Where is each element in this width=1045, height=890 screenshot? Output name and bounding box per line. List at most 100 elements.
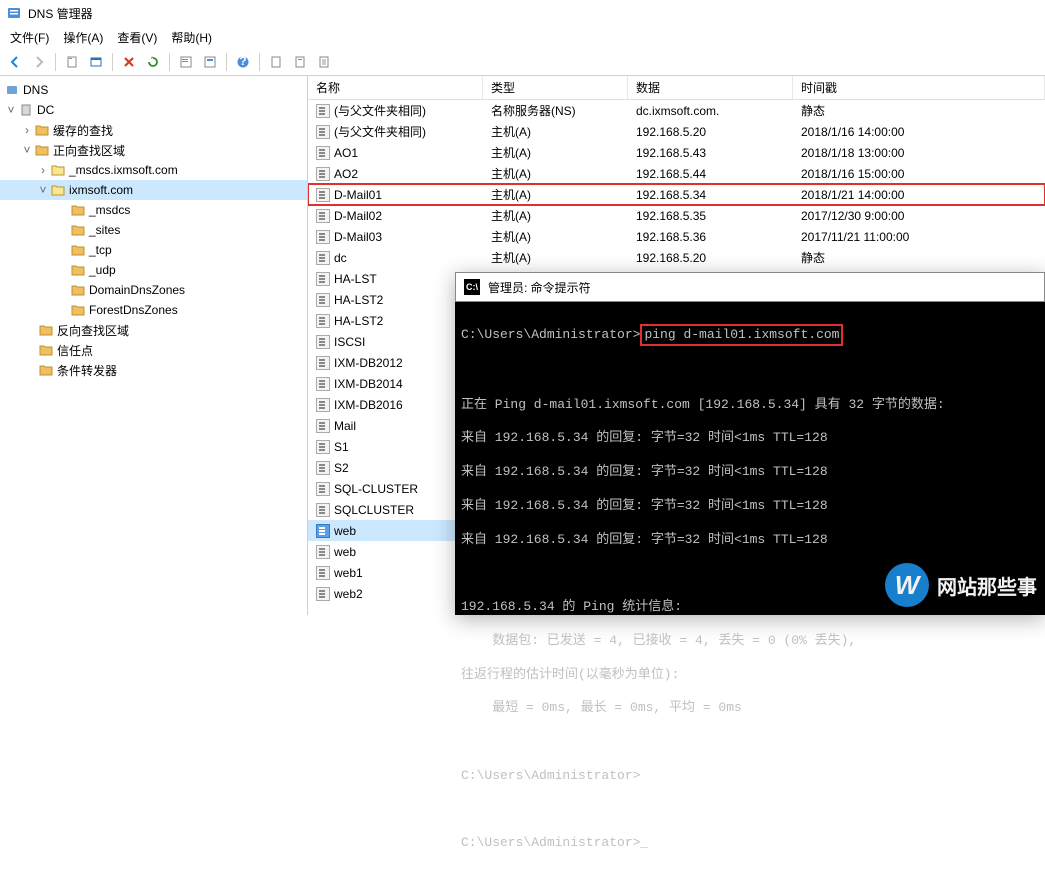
record-data: 192.168.5.36 bbox=[628, 230, 793, 244]
column-timestamp[interactable]: 时间戳 bbox=[793, 76, 1045, 99]
record-icon bbox=[316, 293, 330, 307]
expander-icon[interactable]: › bbox=[20, 123, 34, 137]
back-button[interactable] bbox=[4, 51, 26, 73]
forward-button[interactable] bbox=[28, 51, 50, 73]
tree-label: 条件转发器 bbox=[57, 362, 117, 379]
record-name: Mail bbox=[334, 419, 356, 433]
folder-icon bbox=[70, 302, 86, 318]
column-type[interactable]: 类型 bbox=[483, 76, 628, 99]
tree-panel[interactable]: DNS ˅ DC › 缓存的查找 ˅ 正向查找区域 › _msdcs.ixmso… bbox=[0, 76, 308, 615]
cmd-titlebar[interactable]: C:\ 管理员: 命令提示符 bbox=[455, 272, 1045, 302]
tree-label: _udp bbox=[89, 263, 116, 277]
tree-node[interactable]: _udp bbox=[0, 260, 307, 280]
zone-icon bbox=[50, 162, 66, 178]
expander-icon[interactable]: ˅ bbox=[36, 183, 50, 197]
menu-view[interactable]: 查看(V) bbox=[111, 27, 163, 48]
cmd-prompt: C:\Users\Administrator> bbox=[461, 327, 640, 342]
refresh-button[interactable] bbox=[142, 51, 164, 73]
menu-file[interactable]: 文件(F) bbox=[4, 27, 55, 48]
table-row[interactable]: dc主机(A)192.168.5.20静态 bbox=[308, 247, 1045, 268]
tool-extra-3[interactable] bbox=[313, 51, 335, 73]
tree-label: _tcp bbox=[89, 243, 112, 257]
svg-text:?: ? bbox=[239, 55, 246, 68]
column-data[interactable]: 数据 bbox=[628, 76, 793, 99]
tree-cached-lookups[interactable]: › 缓存的查找 bbox=[0, 120, 307, 140]
folder-icon bbox=[70, 202, 86, 218]
cmd-output: 来自 192.168.5.34 的回复: 字节=32 时间<1ms TTL=12… bbox=[461, 497, 1039, 515]
tree-label: 正向查找区域 bbox=[53, 142, 125, 159]
tree-root-dns[interactable]: DNS bbox=[0, 80, 307, 100]
record-icon bbox=[316, 104, 330, 118]
record-icon bbox=[316, 335, 330, 349]
menubar: 文件(F) 操作(A) 查看(V) 帮助(H) bbox=[0, 26, 1045, 48]
record-icon bbox=[316, 461, 330, 475]
record-timestamp: 2017/11/21 11:00:00 bbox=[793, 230, 1045, 244]
list-header: 名称 类型 数据 时间戳 bbox=[308, 76, 1045, 100]
record-timestamp: 2018/1/18 13:00:00 bbox=[793, 146, 1045, 160]
record-name: AO1 bbox=[334, 146, 358, 160]
filter-button[interactable] bbox=[199, 51, 221, 73]
help-button[interactable]: ? bbox=[232, 51, 254, 73]
tree-msdcs-zone[interactable]: › _msdcs.ixmsoft.com bbox=[0, 160, 307, 180]
record-icon bbox=[316, 125, 330, 139]
tool-extra-1[interactable] bbox=[265, 51, 287, 73]
record-name: web bbox=[334, 524, 356, 538]
menu-help[interactable]: 帮助(H) bbox=[165, 27, 218, 48]
menu-action[interactable]: 操作(A) bbox=[57, 27, 109, 48]
cmd-prompt: C:\Users\Administrator> bbox=[461, 767, 1039, 785]
record-name: S2 bbox=[334, 461, 349, 475]
table-row[interactable]: D-Mail03主机(A)192.168.5.362017/11/21 11:0… bbox=[308, 226, 1045, 247]
record-icon bbox=[316, 251, 330, 265]
column-name[interactable]: 名称 bbox=[308, 76, 483, 99]
folder-icon bbox=[70, 242, 86, 258]
table-row[interactable]: AO2主机(A)192.168.5.442018/1/16 15:00:00 bbox=[308, 163, 1045, 184]
tree-node[interactable]: ForestDnsZones bbox=[0, 300, 307, 320]
record-name: IXM-DB2012 bbox=[334, 356, 403, 370]
tree-label: DC bbox=[37, 103, 54, 117]
watermark: W 网站那些事 bbox=[885, 563, 1037, 607]
record-data: dc.ixmsoft.com. bbox=[628, 104, 793, 118]
table-row[interactable]: D-Mail01主机(A)192.168.5.342018/1/21 14:00… bbox=[308, 184, 1045, 205]
tree-conditional[interactable]: 条件转发器 bbox=[0, 360, 307, 380]
table-row[interactable]: (与父文件夹相同)主机(A)192.168.5.202018/1/16 14:0… bbox=[308, 121, 1045, 142]
window-title: DNS 管理器 bbox=[28, 5, 93, 22]
record-timestamp: 2018/1/16 14:00:00 bbox=[793, 125, 1045, 139]
delete-button[interactable] bbox=[118, 51, 140, 73]
tree-ixmsoft-zone[interactable]: ˅ ixmsoft.com bbox=[0, 180, 307, 200]
record-data: 192.168.5.43 bbox=[628, 146, 793, 160]
server-icon bbox=[18, 102, 34, 118]
record-name: D-Mail01 bbox=[334, 188, 382, 202]
tree-forward-zones[interactable]: ˅ 正向查找区域 bbox=[0, 140, 307, 160]
record-icon bbox=[316, 440, 330, 454]
toolbar: ? bbox=[0, 48, 1045, 76]
properties-button[interactable] bbox=[175, 51, 197, 73]
record-data: 192.168.5.20 bbox=[628, 125, 793, 139]
table-row[interactable]: D-Mail02主机(A)192.168.5.352017/12/30 9:00… bbox=[308, 205, 1045, 226]
tree-node[interactable]: _tcp bbox=[0, 240, 307, 260]
table-row[interactable]: AO1主机(A)192.168.5.432018/1/18 13:00:00 bbox=[308, 142, 1045, 163]
tree-trust[interactable]: 信任点 bbox=[0, 340, 307, 360]
folder-icon bbox=[38, 362, 54, 378]
expander-icon[interactable]: ˅ bbox=[20, 143, 34, 157]
tree-reverse-zones[interactable]: 反向查找区域 bbox=[0, 320, 307, 340]
record-name: AO2 bbox=[334, 167, 358, 181]
tree-node[interactable]: _msdcs bbox=[0, 200, 307, 220]
tree-server[interactable]: ˅ DC bbox=[0, 100, 307, 120]
table-row[interactable]: (与父文件夹相同)名称服务器(NS)dc.ixmsoft.com.静态 bbox=[308, 100, 1045, 121]
expander-icon[interactable]: › bbox=[36, 163, 50, 177]
record-icon bbox=[316, 503, 330, 517]
expander-icon[interactable]: ˅ bbox=[4, 103, 18, 117]
watermark-logo: W bbox=[885, 563, 929, 607]
cmd-title-text: 管理员: 命令提示符 bbox=[488, 279, 591, 296]
window-button[interactable] bbox=[85, 51, 107, 73]
new-button[interactable] bbox=[61, 51, 83, 73]
record-timestamp: 2018/1/21 14:00:00 bbox=[793, 188, 1045, 202]
cmd-output: 来自 192.168.5.34 的回复: 字节=32 时间<1ms TTL=12… bbox=[461, 463, 1039, 481]
record-icon bbox=[316, 482, 330, 496]
record-name: IXM-DB2014 bbox=[334, 377, 403, 391]
tree-node[interactable]: _sites bbox=[0, 220, 307, 240]
tree-node[interactable]: DomainDnsZones bbox=[0, 280, 307, 300]
record-timestamp: 2017/12/30 9:00:00 bbox=[793, 209, 1045, 223]
record-name: S1 bbox=[334, 440, 349, 454]
tool-extra-2[interactable] bbox=[289, 51, 311, 73]
